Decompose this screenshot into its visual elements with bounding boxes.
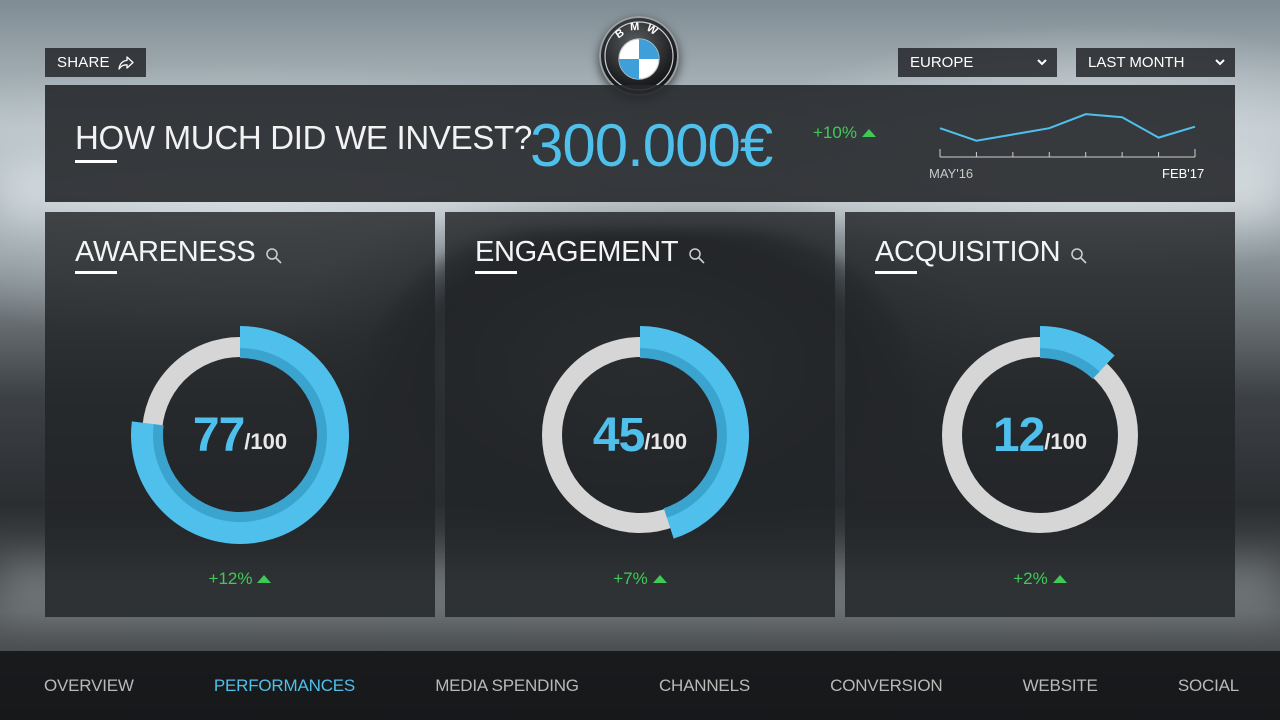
trend-up-icon (861, 129, 876, 137)
investment-delta-value: +10% (813, 123, 857, 142)
trend-up-icon (1052, 575, 1067, 583)
search-icon[interactable] (265, 247, 283, 265)
investment-panel: HOW MUCH DID WE INVEST? 300.000€ +10% MA… (45, 85, 1235, 202)
card-title-text: ACQUISITION (875, 236, 1061, 268)
score-readout: 77 /100 (115, 310, 365, 560)
region-select[interactable]: EUROPE (898, 48, 1057, 77)
awareness-card: AWARENESS 77 /100 +12% (45, 212, 435, 617)
score-readout: 45 /100 (515, 310, 765, 560)
nav-item-social[interactable]: SOCIAL (1178, 676, 1239, 696)
svg-text:BMW: BMW (613, 21, 664, 41)
card-title: ACQUISITION (875, 236, 1088, 269)
search-icon[interactable] (1070, 247, 1088, 265)
score-max: /100 (244, 429, 288, 454)
title-underline (75, 271, 117, 274)
nav-item-channels[interactable]: CHANNELS (659, 676, 750, 696)
share-button[interactable]: SHARE (45, 48, 146, 77)
card-delta: +12% (45, 569, 435, 589)
investment-delta: +10% (813, 123, 876, 143)
period-select[interactable]: LAST MONTH (1076, 48, 1235, 77)
share-label: SHARE (57, 54, 110, 71)
bottom-nav: OVERVIEW PERFORMANCES MEDIA SPENDING CHA… (0, 651, 1280, 720)
score-value: 12 (992, 408, 1045, 462)
region-select-value: EUROPE (910, 54, 974, 71)
score-max: /100 (644, 429, 688, 454)
nav-item-media-spending[interactable]: MEDIA SPENDING (435, 676, 579, 696)
nav-item-overview[interactable]: OVERVIEW (44, 676, 134, 696)
acquisition-card: ACQUISITION 12 /100 +2% (845, 212, 1235, 617)
card-delta: +2% (845, 569, 1235, 589)
nav-item-website[interactable]: WEBSITE (1023, 676, 1098, 696)
score-readout: 12 /100 (915, 310, 1165, 560)
title-underline (475, 271, 517, 274)
bmw-logo: BMW (599, 16, 679, 96)
card-title-text: AWARENESS (75, 236, 256, 268)
period-select-value: LAST MONTH (1088, 54, 1185, 71)
investment-question: HOW MUCH DID WE INVEST? (75, 119, 532, 156)
title-underline (875, 271, 917, 274)
card-delta-value: +12% (208, 569, 253, 588)
nav-item-performances[interactable]: PERFORMANCES (214, 676, 355, 696)
trend-up-icon (652, 575, 667, 583)
card-delta-value: +7% (613, 569, 648, 588)
logo-text: BMW (613, 21, 658, 41)
title-underline (75, 160, 117, 163)
search-icon[interactable] (688, 247, 706, 265)
card-title: ENGAGEMENT (475, 236, 706, 269)
nav-item-conversion[interactable]: CONVERSION (830, 676, 942, 696)
engagement-card: ENGAGEMENT 45 /100 +7% (445, 212, 835, 617)
sparkline-end-label: FEB'17 (1162, 166, 1205, 181)
card-delta-value: +2% (1013, 569, 1048, 588)
score-max: /100 (1044, 429, 1088, 454)
sparkline-start-label: MAY'16 (929, 166, 974, 181)
trend-up-icon (257, 575, 272, 583)
share-icon (118, 55, 134, 70)
card-title-text: ENGAGEMENT (475, 236, 679, 268)
chevron-down-icon (1215, 59, 1225, 66)
investment-amount: 300.000€ (530, 112, 773, 179)
card-delta: +7% (445, 569, 835, 589)
card-title: AWARENESS (75, 236, 283, 269)
score-value: 45 (592, 408, 645, 462)
score-value: 77 (192, 408, 245, 462)
chevron-down-icon (1037, 59, 1047, 66)
sparkline-series (939, 113, 1196, 142)
